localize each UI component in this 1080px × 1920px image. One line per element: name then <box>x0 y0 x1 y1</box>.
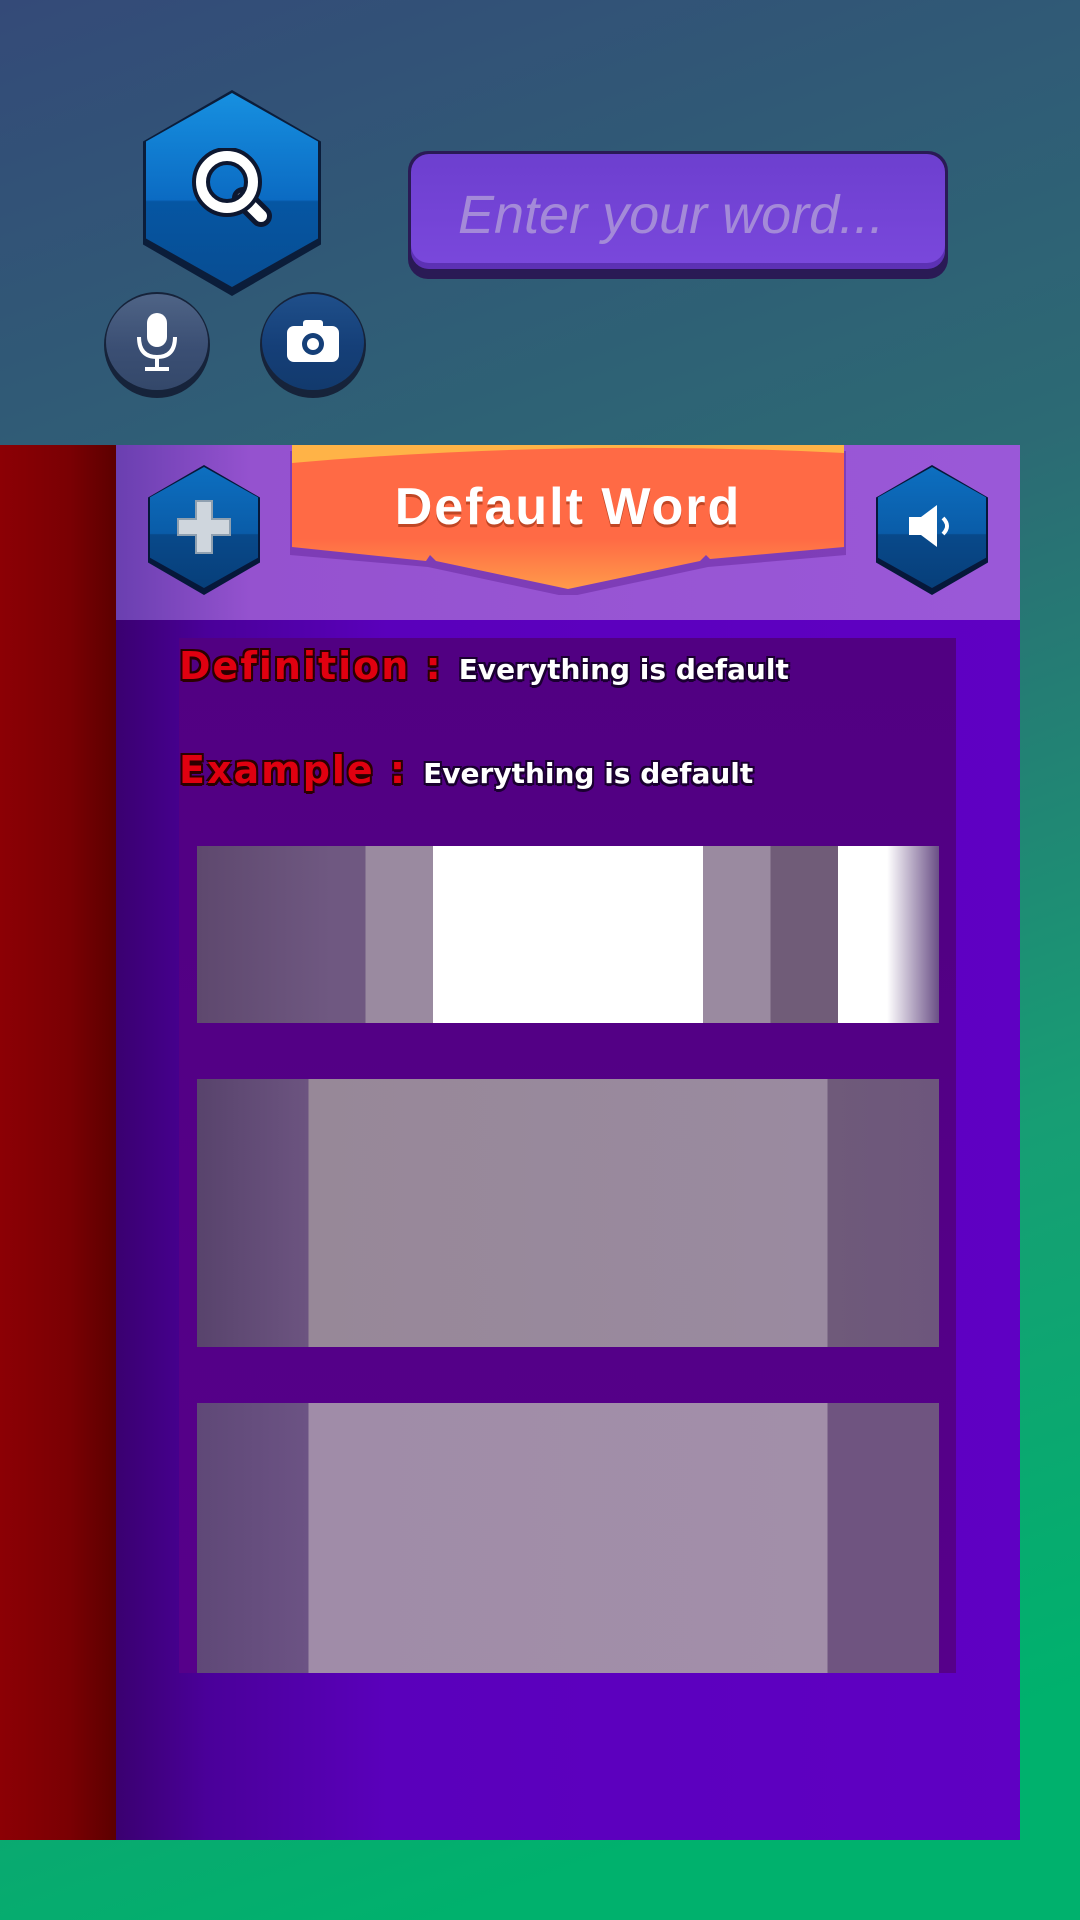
camera-button[interactable] <box>260 292 366 398</box>
image-slot[interactable] <box>197 1079 939 1347</box>
word-title: Default Word <box>394 478 742 536</box>
side-strip <box>0 445 116 1840</box>
microphone-icon <box>104 292 210 398</box>
word-search-field[interactable] <box>408 151 948 279</box>
magnifier-icon <box>143 90 321 296</box>
definition-label: Definition : <box>179 644 443 688</box>
image-slot[interactable] <box>197 1403 939 1673</box>
example-label: Example : <box>179 748 408 792</box>
word-title-banner: Default Word <box>290 445 846 595</box>
image-slot[interactable] <box>197 846 939 1023</box>
word-details: Definition : Everything is default Examp… <box>179 638 956 1673</box>
definition-value: Everything is default <box>458 653 789 686</box>
example-value: Everything is default <box>423 757 754 790</box>
word-search-input[interactable] <box>408 151 948 279</box>
example-row: Example : Everything is default <box>179 748 753 792</box>
microphone-button[interactable] <box>104 292 210 398</box>
search-button[interactable] <box>143 90 321 296</box>
definition-row: Definition : Everything is default <box>179 644 789 688</box>
camera-icon <box>260 292 366 398</box>
